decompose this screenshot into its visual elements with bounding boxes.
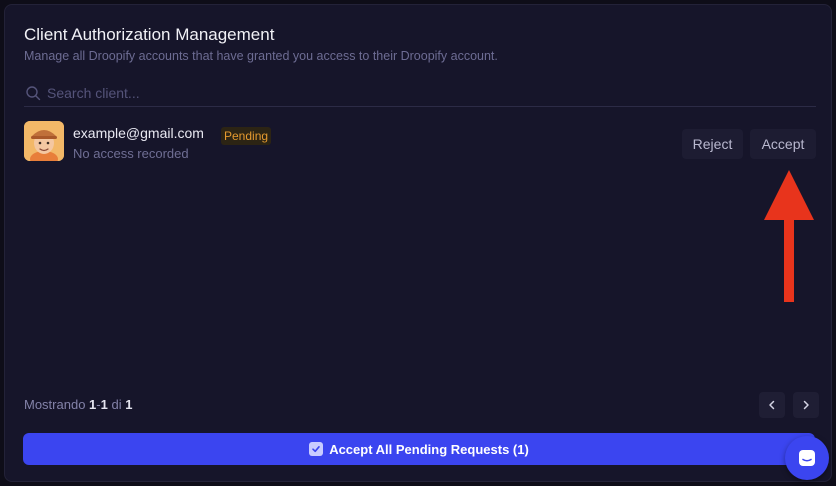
pagination-of: di: [111, 397, 122, 412]
accept-all-label: Accept All Pending Requests (1): [329, 441, 529, 457]
memoji-avatar-icon: [24, 121, 64, 161]
avatar: [24, 121, 64, 161]
annotation-arrow-icon: [764, 170, 814, 302]
client-access-text: No access recorded: [73, 146, 189, 161]
client-authorization-panel: Client Authorization Management Manage a…: [4, 4, 832, 482]
previous-page-button[interactable]: [759, 392, 785, 418]
pagination-total: 1: [125, 397, 133, 412]
search-bar: [24, 79, 816, 107]
accept-all-pending-button[interactable]: Accept All Pending Requests (1): [23, 433, 815, 465]
status-badge: Pending: [221, 127, 272, 145]
chevron-right-icon: [803, 400, 809, 410]
search-input[interactable]: [47, 84, 787, 101]
page-title: Client Authorization Management: [24, 25, 275, 44]
next-page-button[interactable]: [793, 392, 819, 418]
client-row: example@gmail.com Pending No access reco…: [24, 121, 816, 161]
chat-support-button[interactable]: [785, 436, 829, 480]
client-email: example@gmail.com: [73, 125, 204, 141]
page-subtitle: Manage all Droopify accounts that have g…: [24, 49, 498, 63]
pagination-summary: Mostrando 1-1 di 1: [24, 397, 132, 412]
chevron-left-icon: [769, 400, 775, 410]
search-icon: [26, 85, 41, 100]
pagination-range-end: 1: [100, 397, 108, 412]
accept-button[interactable]: Accept: [750, 129, 816, 159]
chat-icon: [799, 450, 815, 466]
check-icon: [309, 442, 324, 456]
pagination-prefix: Mostrando: [24, 397, 86, 412]
reject-button[interactable]: Reject: [682, 129, 743, 159]
